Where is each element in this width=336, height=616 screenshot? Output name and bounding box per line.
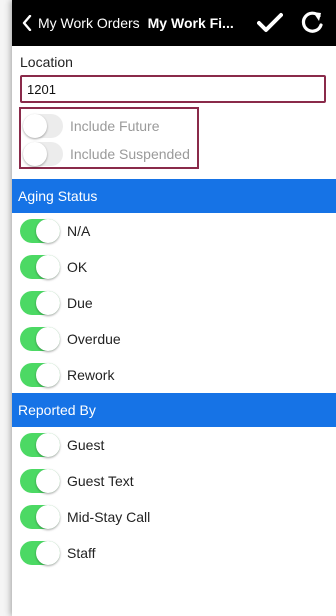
page-title: My Work Fi... — [147, 15, 234, 31]
aging-ok-row: OK — [12, 249, 336, 285]
chevron-left-icon — [22, 15, 32, 31]
aging-overdue-label: Overdue — [67, 331, 121, 347]
aging-rework-toggle[interactable] — [20, 363, 60, 387]
include-suspended-row: Include Suspended — [21, 140, 197, 168]
aging-status-header: Aging Status — [12, 179, 336, 213]
reported-by-header: Reported By — [12, 393, 336, 427]
location-input[interactable] — [20, 75, 326, 103]
aging-due-toggle[interactable] — [20, 291, 60, 315]
aging-status-list: N/A OK Due Overdue Rework — [12, 213, 336, 393]
phone-screen: My Work Orders My Work Fi... Location In… — [12, 0, 336, 616]
aging-overdue-toggle[interactable] — [20, 327, 60, 351]
aging-na-label: N/A — [67, 223, 91, 239]
location-label: Location — [20, 54, 73, 70]
reported-mid-stay-call-row: Mid-Stay Call — [12, 499, 336, 535]
reported-guest-text-toggle[interactable] — [20, 469, 60, 493]
reported-staff-row: Staff — [12, 535, 336, 571]
reported-guest-text-label: Guest Text — [67, 473, 134, 489]
include-suspended-label: Include Suspended — [70, 146, 190, 162]
aging-due-label: Due — [67, 295, 93, 311]
aging-due-row: Due — [12, 285, 336, 321]
reported-mid-stay-call-label: Mid-Stay Call — [67, 509, 151, 525]
aging-ok-label: OK — [67, 259, 88, 275]
aging-rework-row: Rework — [12, 357, 336, 393]
confirm-button[interactable] — [252, 5, 288, 41]
reported-guest-toggle[interactable] — [20, 433, 60, 457]
include-future-row: Include Future — [21, 112, 197, 140]
reported-staff-toggle[interactable] — [20, 541, 60, 565]
include-future-label: Include Future — [70, 118, 160, 134]
reported-guest-row: Guest — [12, 427, 336, 463]
aging-overdue-row: Overdue — [12, 321, 336, 357]
include-options-group: Include Future Include Suspended — [19, 107, 199, 169]
reported-guest-text-row: Guest Text — [12, 463, 336, 499]
refresh-icon — [301, 11, 323, 33]
top-bar: My Work Orders My Work Fi... — [12, 0, 336, 46]
back-label: My Work Orders — [38, 15, 140, 31]
reported-guest-label: Guest — [67, 437, 105, 453]
reported-mid-stay-call-toggle[interactable] — [20, 505, 60, 529]
aging-ok-toggle[interactable] — [20, 255, 60, 279]
aging-na-toggle[interactable] — [20, 219, 60, 243]
checkmark-icon — [257, 13, 283, 32]
refresh-button[interactable] — [294, 5, 330, 41]
reported-staff-label: Staff — [67, 545, 96, 561]
aging-na-row: N/A — [12, 213, 336, 249]
aging-rework-label: Rework — [67, 367, 115, 383]
include-future-toggle[interactable] — [23, 114, 63, 138]
reported-by-list: Guest Guest Text Mid-Stay Call Staff — [12, 427, 336, 571]
include-suspended-toggle[interactable] — [23, 142, 63, 166]
back-button[interactable]: My Work Orders — [22, 15, 140, 31]
